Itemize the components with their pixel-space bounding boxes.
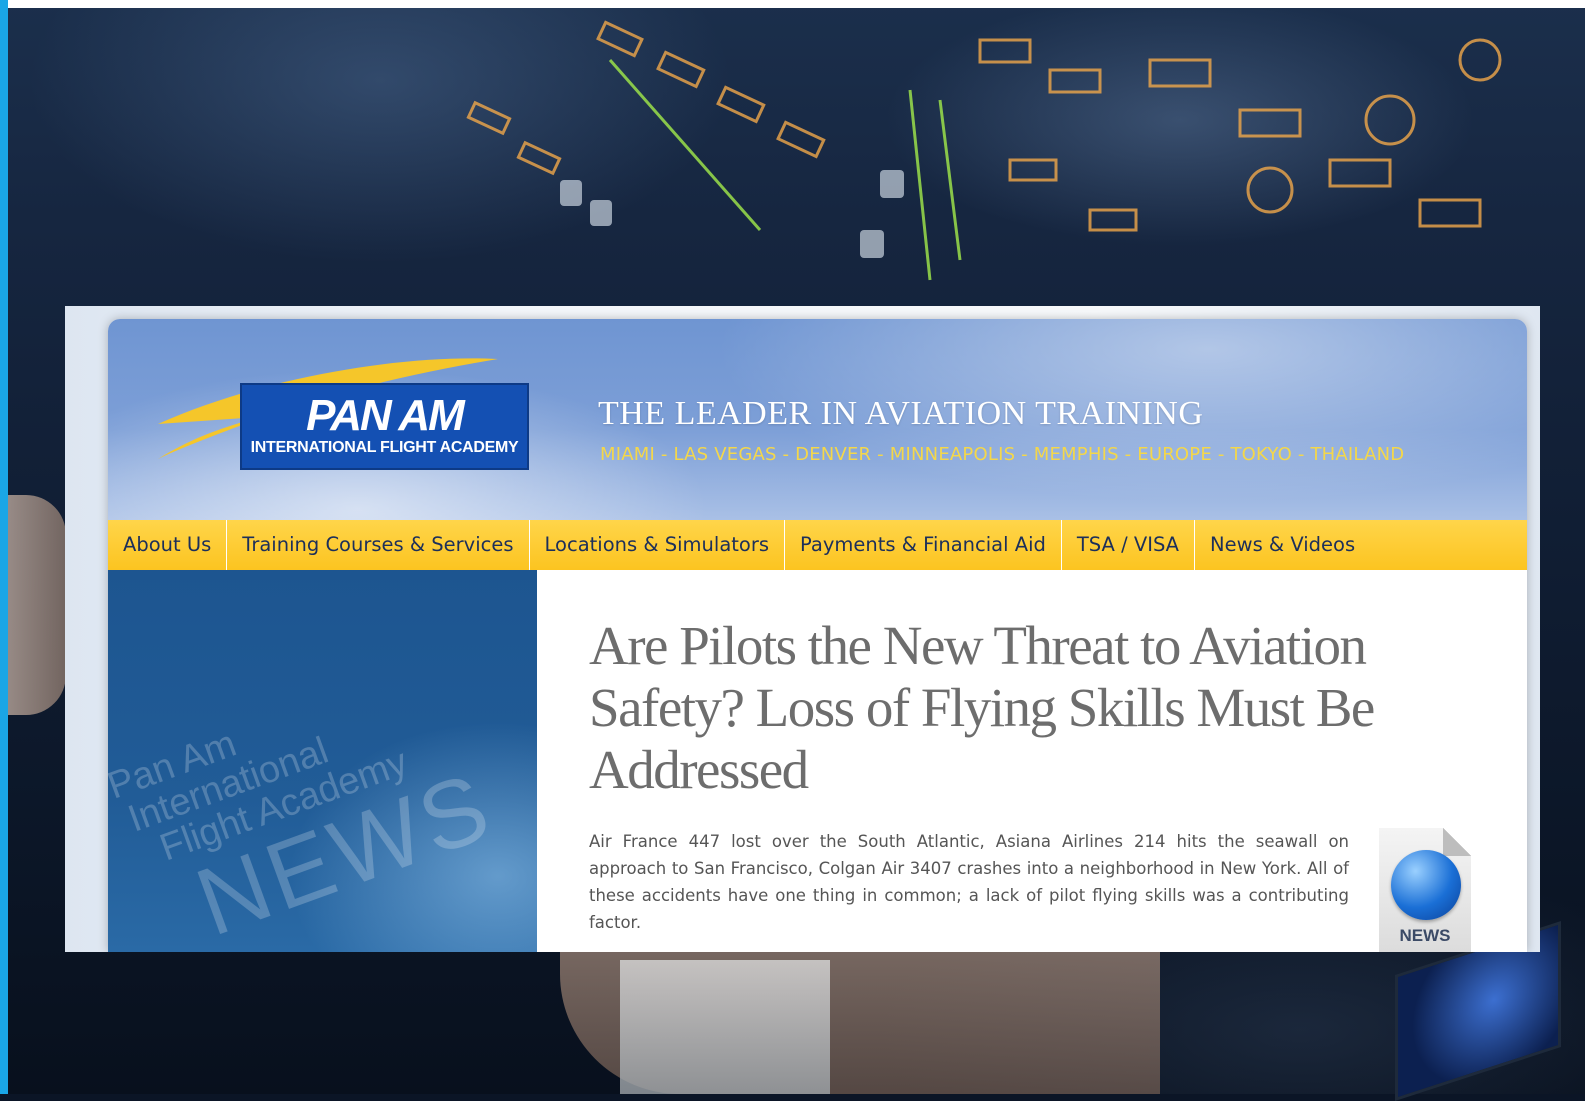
pilot-hand-left [8,495,66,715]
cockpit-panel-lights [466,20,1502,281]
news-page-fold [1443,828,1471,856]
accent-strip [0,0,8,1094]
news-icon-label: NEWS [1399,926,1451,945]
website-page: PAN AM INTERNATIONAL FLIGHT ACADEMY THE … [108,319,1527,952]
nav-item-news-videos[interactable]: News & Videos [1195,520,1370,570]
news-globe-icon[interactable]: NEWS [1379,828,1471,952]
article-content: Are Pilots the New Threat to Aviation Sa… [537,570,1527,952]
globe-icon [1391,850,1461,920]
nav-item-training-courses[interactable]: Training Courses & Services [227,520,530,570]
top-border [0,0,1585,8]
nav-item-about-us[interactable]: About Us [108,520,228,570]
website-screenshot: PAN AM INTERNATIONAL FLIGHT ACADEMY THE … [65,306,1540,952]
sidebar-news-banner: Pan Am International Flight Academy NEWS [108,570,537,952]
panam-logo[interactable]: PAN AM INTERNATIONAL FLIGHT ACADEMY [240,383,529,470]
article-excerpt: Air France 447 lost over the South Atlan… [589,832,1349,932]
article-headline[interactable]: Are Pilots the New Threat to Aviation Sa… [589,615,1489,801]
nav-item-tsa-visa[interactable]: TSA / VISA [1062,520,1196,570]
header-locations: MIAMI - LAS VEGAS - DENVER - MINNEAPOLIS… [600,444,1405,465]
logo-subtitle: INTERNATIONAL FLIGHT ACADEMY [250,439,519,456]
nav-item-payments[interactable]: Payments & Financial Aid [785,520,1062,570]
main-nav: About Us Training Courses & Services Loc… [108,520,1527,570]
site-header: PAN AM INTERNATIONAL FLIGHT ACADEMY THE … [108,319,1527,520]
header-tagline: THE LEADER IN AVIATION TRAINING [598,395,1204,432]
logo-wordmark: PAN AM [306,391,465,440]
nav-item-locations[interactable]: Locations & Simulators [530,520,786,570]
pilot-sleeve [620,960,830,1094]
